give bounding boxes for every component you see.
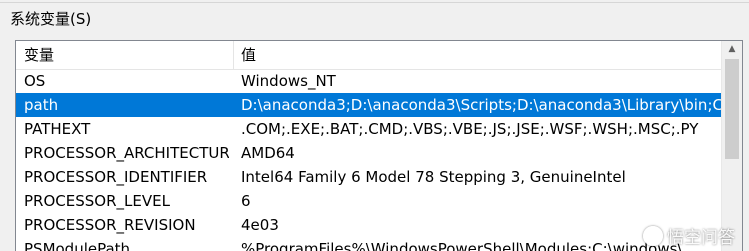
table-row[interactable]: path D:\anaconda3;D:\anaconda3\Scripts;D:…: [16, 93, 722, 117]
variable-value-cell: AMD64: [241, 144, 295, 162]
group-divider: [0, 2, 749, 3]
table-row[interactable]: PSModulePath %ProgramFiles%\WindowsPowerS…: [16, 237, 722, 251]
variable-value-cell: 6: [241, 192, 251, 210]
variable-name-cell: OS: [24, 72, 46, 90]
watermark: 悟空问答: [643, 223, 735, 248]
variable-name-cell: PSModulePath: [24, 240, 131, 251]
variable-value-cell: D:\anaconda3;D:\anaconda3\Scripts;D:\ana…: [241, 96, 721, 114]
column-header-variable[interactable]: 变量: [24, 41, 54, 69]
table-row[interactable]: OS Windows_NT: [16, 69, 722, 93]
scrollbar-thumb[interactable]: [725, 59, 739, 159]
variable-value-cell: .COM;.EXE;.BAT;.CMD;.VBS;.VBE;.JS;.JSE;.…: [241, 120, 699, 138]
list-header: 变量 值: [16, 41, 722, 70]
table-row[interactable]: PATHEXT .COM;.EXE;.BAT;.CMD;.VBS;.VBE;.JS…: [16, 117, 722, 141]
variable-name-cell: PROCESSOR_ARCHITECTURE: [24, 144, 229, 162]
column-separator[interactable]: [233, 41, 234, 69]
variable-name-cell: PROCESSOR_LEVEL: [24, 192, 170, 210]
chevron-up-icon[interactable]: ▲: [722, 41, 742, 58]
watermark-text: 悟空问答: [667, 228, 735, 248]
list-rows: OS Windows_NTpath D:\anaconda3;D:\anaconda…: [16, 69, 722, 251]
variable-value-cell: Windows_NT: [241, 72, 336, 90]
system-variables-panel: 系统变量(S) 变量 值 OS Windows_NTpath D:\anaconda…: [0, 0, 749, 251]
table-row[interactable]: PROCESSOR_LEVEL 6: [16, 189, 722, 213]
table-row[interactable]: PROCESSOR_IDENTIFIER Intel64 Family 6 Mod…: [16, 165, 722, 189]
variable-value-cell: Intel64 Family 6 Model 78 Stepping 3, Ge…: [241, 168, 626, 186]
wukong-logo-icon: [643, 225, 663, 246]
table-row[interactable]: PROCESSOR_REVISION 4e03: [16, 213, 722, 237]
section-label: 系统变量(S): [10, 10, 92, 28]
variable-name-cell: PROCESSOR_IDENTIFIER: [24, 168, 208, 186]
variable-name-cell: PATHEXT: [24, 120, 91, 138]
table-row[interactable]: PROCESSOR_ARCHITECTURE AMD64: [16, 141, 722, 165]
system-variables-list[interactable]: 变量 值 OS Windows_NTpath D:\anaconda3;D:\ana…: [15, 40, 743, 251]
variable-name-cell: path: [24, 96, 59, 114]
column-header-value[interactable]: 值: [241, 41, 256, 69]
variable-name-cell: PROCESSOR_REVISION: [24, 216, 196, 234]
vertical-scrollbar[interactable]: ▲: [721, 41, 742, 251]
